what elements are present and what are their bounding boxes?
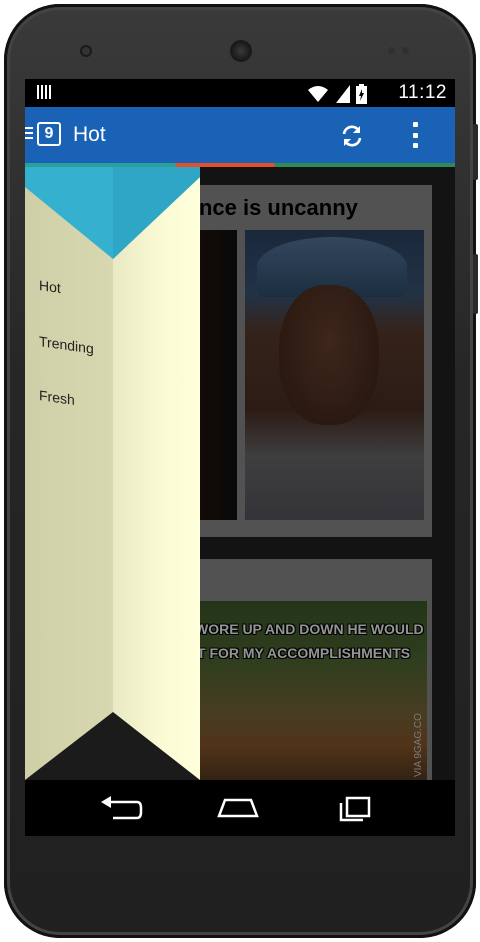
drawer-indicator-icon[interactable]	[25, 127, 33, 141]
home-icon[interactable]	[215, 794, 261, 822]
app-logo-letter: 9	[44, 125, 54, 142]
notification-icon	[37, 85, 51, 99]
recents-icon[interactable]	[333, 794, 379, 822]
drawer-item-hot[interactable]: Hot	[39, 277, 61, 296]
volume-button	[473, 124, 478, 180]
power-button	[473, 254, 478, 314]
signal-icon	[336, 85, 350, 103]
battery-charging-icon	[356, 84, 367, 104]
status-icons	[306, 84, 367, 104]
refresh-icon[interactable]	[339, 123, 365, 149]
proximity-sensor	[82, 47, 90, 55]
front-camera	[230, 40, 252, 62]
system-navigation-bar	[25, 780, 455, 836]
overflow-menu-icon[interactable]	[411, 122, 419, 148]
app-logo[interactable]: 9	[37, 122, 61, 146]
page-title[interactable]: Hot	[73, 123, 106, 147]
status-bar: 11:12	[25, 79, 455, 107]
back-icon[interactable]	[99, 794, 145, 822]
sensor-dot	[388, 47, 395, 54]
status-time: 11:12	[398, 82, 447, 103]
selected-item-highlight	[25, 167, 200, 259]
drawer-bottom-shadow	[25, 712, 200, 780]
action-bar: 9 Hot	[25, 107, 455, 163]
phone-screen: 11:12 9 Hot ...rese...nce is uncanny WOR…	[25, 79, 455, 836]
wifi-icon	[308, 86, 328, 102]
sensor-dot	[402, 47, 409, 54]
navigation-drawer: Hot Trending Fresh	[25, 167, 200, 780]
